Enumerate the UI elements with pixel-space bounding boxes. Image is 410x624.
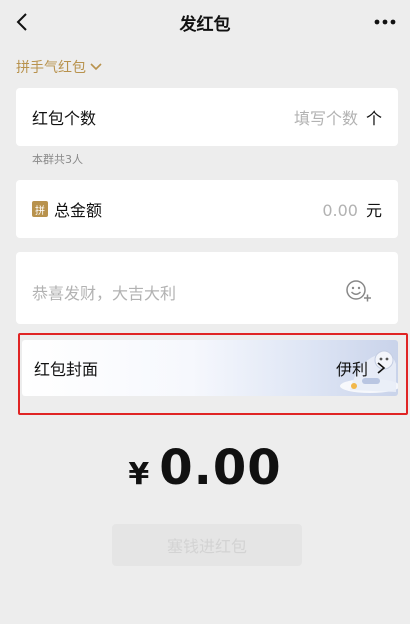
more-dots-icon bbox=[374, 19, 396, 25]
count-card[interactable]: 红包个数 填写个数 个 bbox=[16, 88, 398, 146]
nav-bar: 发红包 bbox=[0, 0, 410, 44]
total-amount-unit: 元 bbox=[365, 201, 382, 220]
total-amount-input[interactable]: 0.00 bbox=[322, 201, 358, 220]
emoji-button[interactable] bbox=[344, 278, 374, 304]
count-input[interactable]: 填写个数 bbox=[294, 105, 358, 129]
total-amount-card[interactable]: 拼 总金额 0.00 元 bbox=[16, 180, 398, 238]
emoji-add-icon bbox=[346, 280, 371, 302]
greeting-input[interactable]: 恭喜发财，大吉大利 bbox=[32, 280, 176, 304]
pin-badge-icon: 拼 bbox=[32, 201, 48, 217]
page-title: 发红包 bbox=[179, 14, 231, 35]
chevron-left-icon bbox=[16, 13, 27, 31]
chevron-down-icon bbox=[90, 63, 102, 71]
group-member-hint: 本群共3人 bbox=[32, 153, 83, 166]
total-amount-label: 总金额 bbox=[54, 201, 103, 220]
amount-value: 0.00 bbox=[159, 440, 282, 496]
currency-symbol: ¥ bbox=[128, 457, 150, 492]
packet-type-label: 拼手气红包 bbox=[16, 60, 86, 76]
count-unit: 个 bbox=[365, 109, 382, 128]
packet-type-switch[interactable]: 拼手气红包 bbox=[16, 57, 103, 77]
cover-highlight-box bbox=[18, 333, 408, 415]
amount-display: ¥ 0.00 bbox=[0, 440, 410, 496]
count-label: 红包个数 bbox=[32, 109, 97, 128]
send-red-packet-button[interactable]: 塞钱进红包 bbox=[112, 524, 302, 566]
more-button[interactable] bbox=[370, 8, 400, 36]
back-button[interactable] bbox=[8, 8, 36, 36]
